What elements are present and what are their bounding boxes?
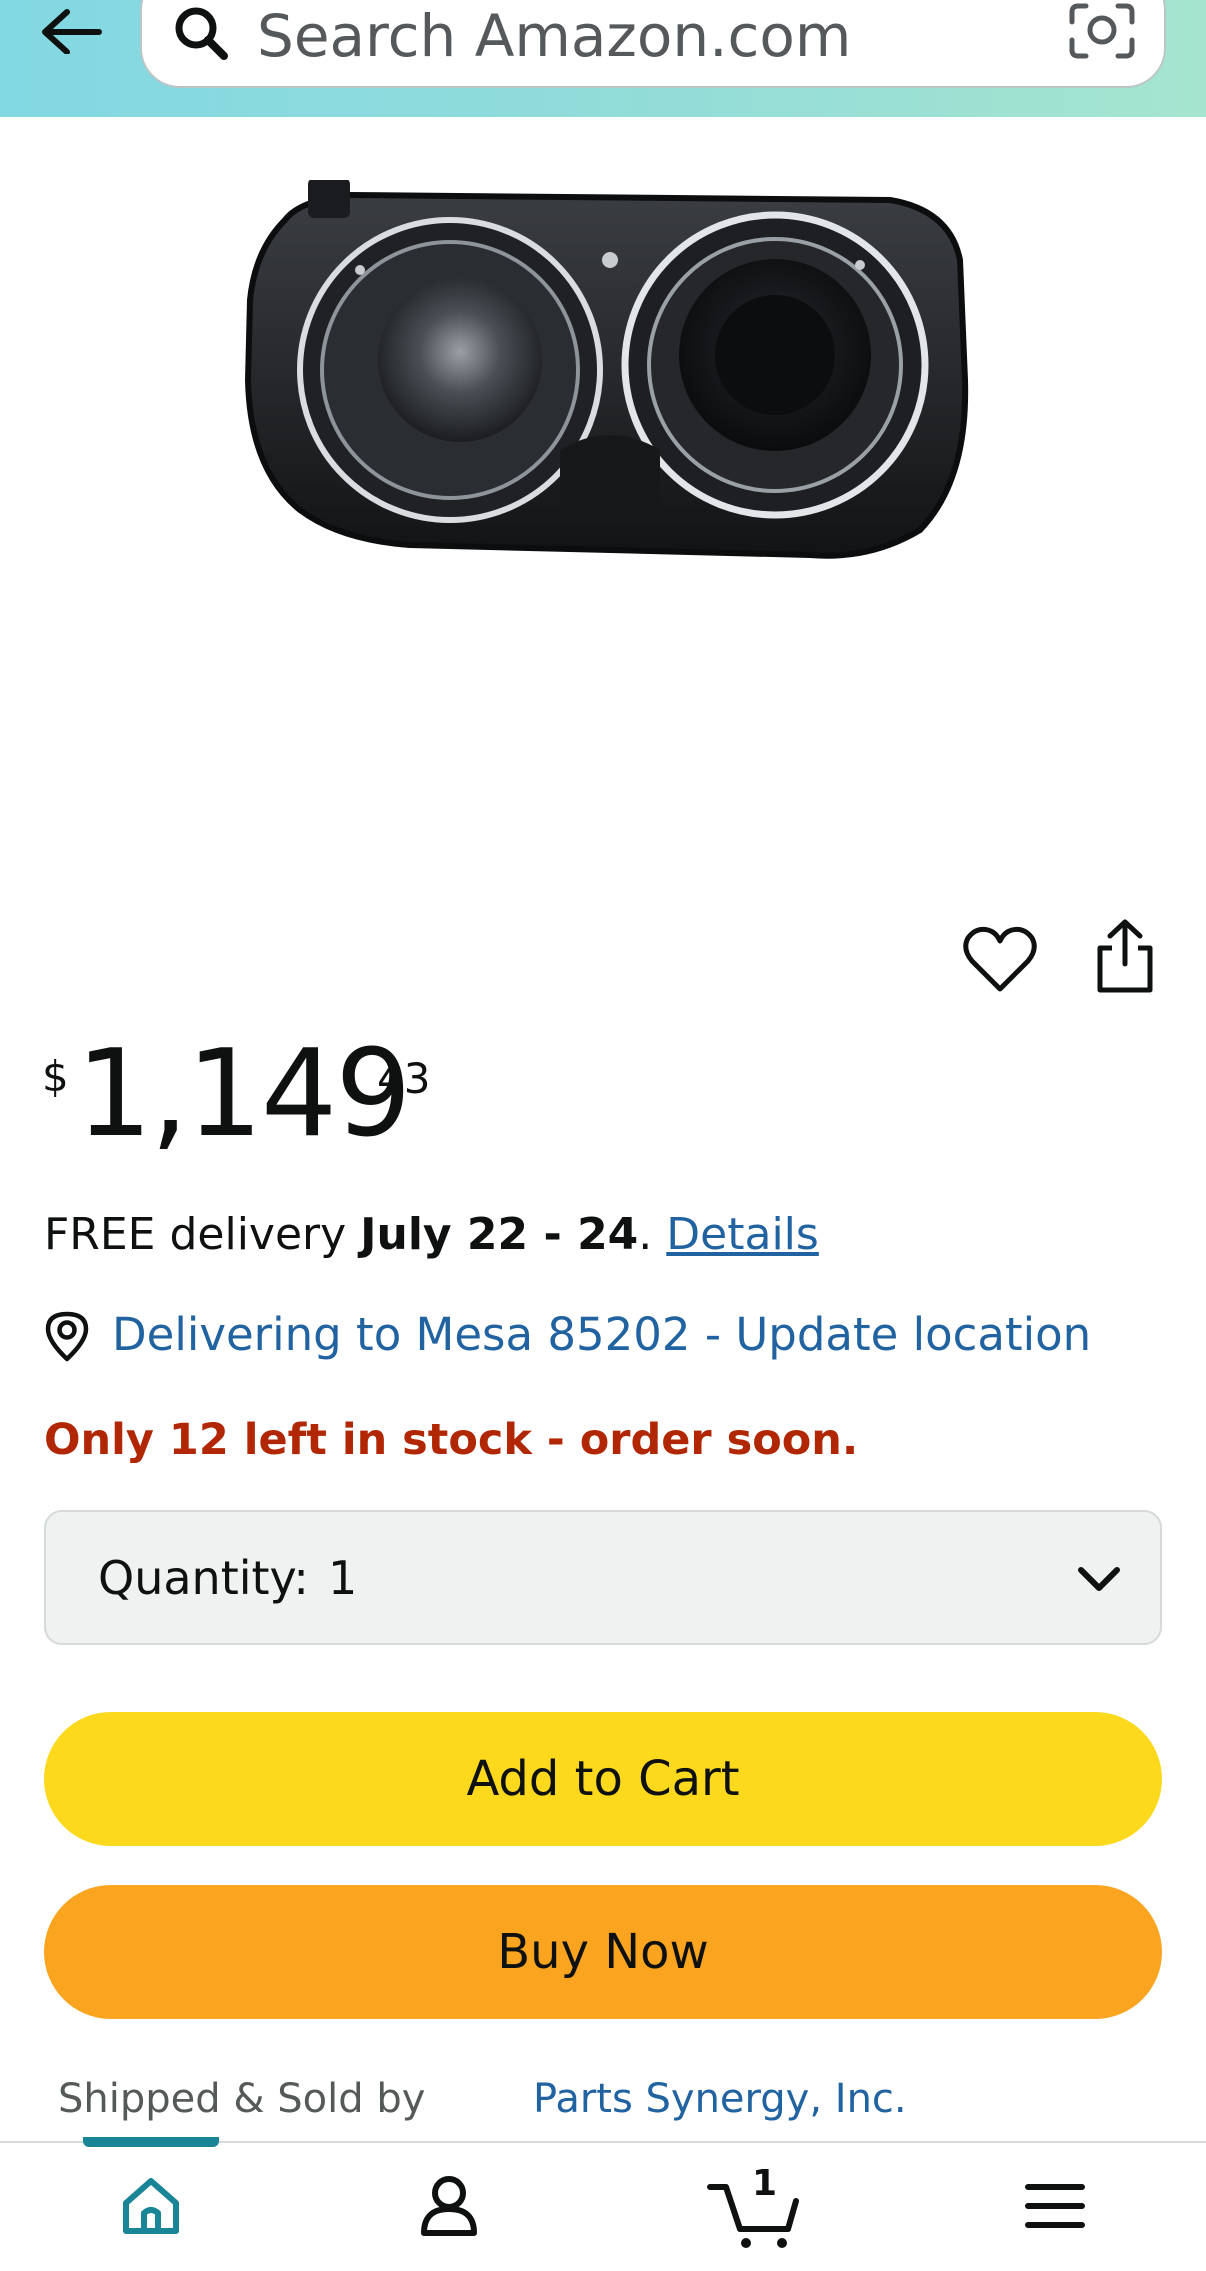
search-input[interactable] xyxy=(257,8,1077,64)
stock-warning: Only 12 left in stock - order soon. xyxy=(44,1415,859,1465)
home-icon xyxy=(123,2178,179,2234)
delivery-location-link[interactable]: Delivering to Mesa 85202 - Update locati… xyxy=(40,1305,1170,1365)
arrow-left-icon xyxy=(42,9,102,54)
search-bar[interactable] xyxy=(140,0,1166,88)
nav-menu[interactable] xyxy=(1010,2173,1100,2253)
location-text: Delivering to Mesa 85202 - Update locati… xyxy=(112,1308,1092,1361)
delivery-prefix: FREE delivery xyxy=(44,1209,361,1260)
headlight-image xyxy=(244,178,969,559)
nav-cart[interactable]: 1 xyxy=(706,2163,806,2253)
back-button[interactable] xyxy=(30,0,110,60)
location-pin-icon xyxy=(45,1311,89,1362)
cart-count-badge: 1 xyxy=(752,2163,778,2204)
price-currency-symbol: $ xyxy=(42,1052,69,1101)
delivery-suffix: . xyxy=(638,1209,667,1260)
delivery-info: FREE delivery July 22 - 24. Details xyxy=(44,1205,1164,1265)
quantity-dropdown[interactable]: Quantity: 1 xyxy=(44,1510,1162,1645)
active-tab-indicator xyxy=(83,2137,219,2147)
magnifier-icon xyxy=(168,2,238,72)
quantity-value: 1 xyxy=(328,1551,358,1605)
camera-icon xyxy=(1069,3,1135,59)
share-icon xyxy=(1097,919,1153,993)
delivery-details-link[interactable]: Details xyxy=(666,1209,819,1260)
nav-home[interactable] xyxy=(106,2173,196,2253)
price-whole: 1,149 xyxy=(76,1025,412,1164)
header-bar xyxy=(0,0,1206,117)
product-image[interactable] xyxy=(230,178,970,580)
delivery-dates: July 22 - 24 xyxy=(360,1209,639,1260)
product-page: $ 1,149 43 FREE delivery July 22 - 24. D… xyxy=(0,0,1206,2271)
chevron-down-icon xyxy=(1078,1567,1120,1591)
quantity-label: Quantity: xyxy=(98,1551,309,1605)
nav-account[interactable] xyxy=(404,2173,494,2253)
camera-button[interactable] xyxy=(1062,0,1142,70)
hamburger-menu-icon xyxy=(1025,2184,1085,2228)
person-icon xyxy=(421,2176,477,2236)
buy-now-button[interactable]: Buy Now xyxy=(44,1885,1162,2019)
seller-link[interactable]: Parts Synergy, Inc. xyxy=(533,2076,907,2122)
add-to-cart-button[interactable]: Add to Cart xyxy=(44,1712,1162,1846)
heart-icon xyxy=(963,926,1037,992)
price-fraction: 43 xyxy=(377,1054,431,1103)
share-button[interactable] xyxy=(1090,916,1160,996)
wishlist-button[interactable] xyxy=(962,925,1038,995)
shipped-sold-label: Shipped & Sold by xyxy=(58,2076,426,2122)
bottom-nav: 1 xyxy=(0,2137,1206,2271)
